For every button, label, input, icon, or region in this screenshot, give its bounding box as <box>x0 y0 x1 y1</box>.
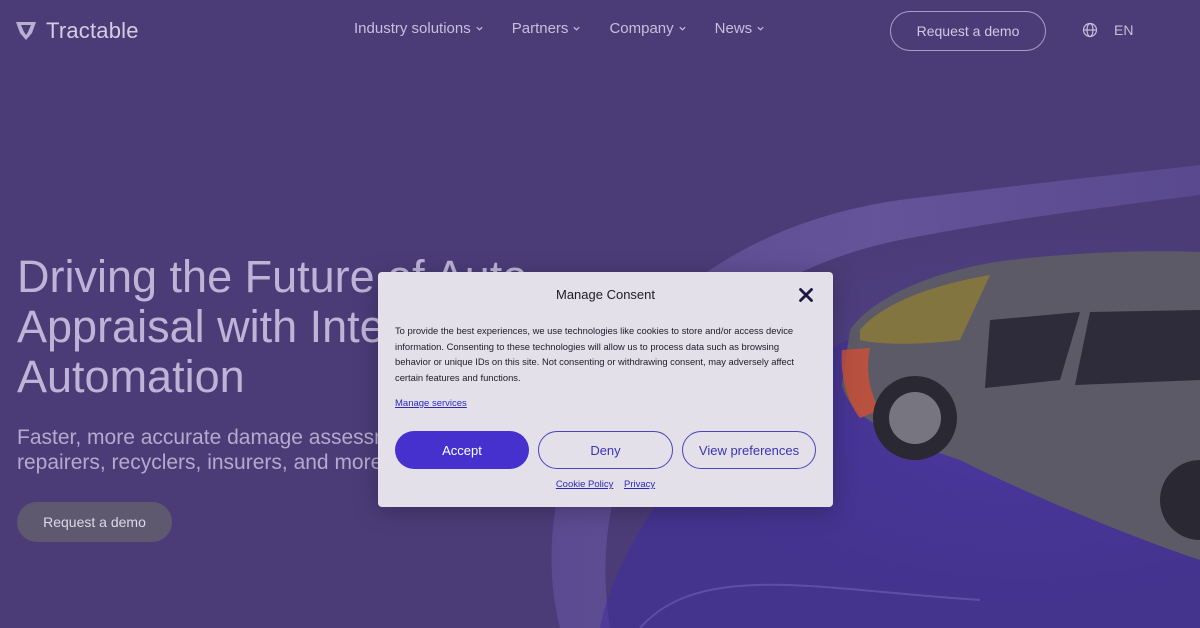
deny-button[interactable]: Deny <box>538 431 673 469</box>
consent-title: Manage Consent <box>555 287 655 302</box>
nav-item-news[interactable]: News <box>715 20 766 37</box>
nav-item-company[interactable]: Company <box>609 20 686 37</box>
request-demo-header-button[interactable]: Request a demo <box>890 11 1046 51</box>
chevron-down-icon <box>757 26 764 31</box>
cookie-policy-link[interactable]: Cookie Policy <box>556 479 614 490</box>
consent-links: Cookie Policy Privacy <box>378 479 833 490</box>
main-nav: Industry solutions Partners Company News <box>354 20 765 37</box>
request-demo-hero-button[interactable]: Request a demo <box>17 502 172 542</box>
consent-body-text: To provide the best experiences, we use … <box>395 325 794 383</box>
accept-button[interactable]: Accept <box>395 431 529 469</box>
language-label: EN <box>1114 22 1134 38</box>
chevron-down-icon <box>476 26 483 31</box>
globe-icon <box>1082 22 1098 38</box>
logo-text: Tractable <box>46 18 139 43</box>
nav-item-label: News <box>714 20 753 37</box>
nav-item-label: Partners <box>511 20 569 37</box>
language-selector[interactable]: EN <box>1082 22 1133 38</box>
view-preferences-button[interactable]: View preferences <box>682 431 816 469</box>
manage-services-link[interactable]: Manage services <box>395 398 467 409</box>
site-header: Tractable Industry solutions Partners Co… <box>0 0 1200 62</box>
nav-item-label: Company <box>609 20 674 37</box>
chevron-down-icon <box>573 26 581 31</box>
nav-item-label: Industry solutions <box>354 20 471 37</box>
tractable-logo-icon <box>16 22 36 40</box>
chevron-down-icon <box>679 26 686 31</box>
consent-dialog: Manage Consent To provide the best exper… <box>378 272 833 507</box>
nav-item-industry-solutions[interactable]: Industry solutions <box>354 20 484 37</box>
close-icon[interactable] <box>798 287 814 303</box>
privacy-link[interactable]: Privacy <box>624 479 655 490</box>
logo[interactable]: Tractable <box>14 18 139 44</box>
nav-item-partners[interactable]: Partners <box>512 20 582 37</box>
